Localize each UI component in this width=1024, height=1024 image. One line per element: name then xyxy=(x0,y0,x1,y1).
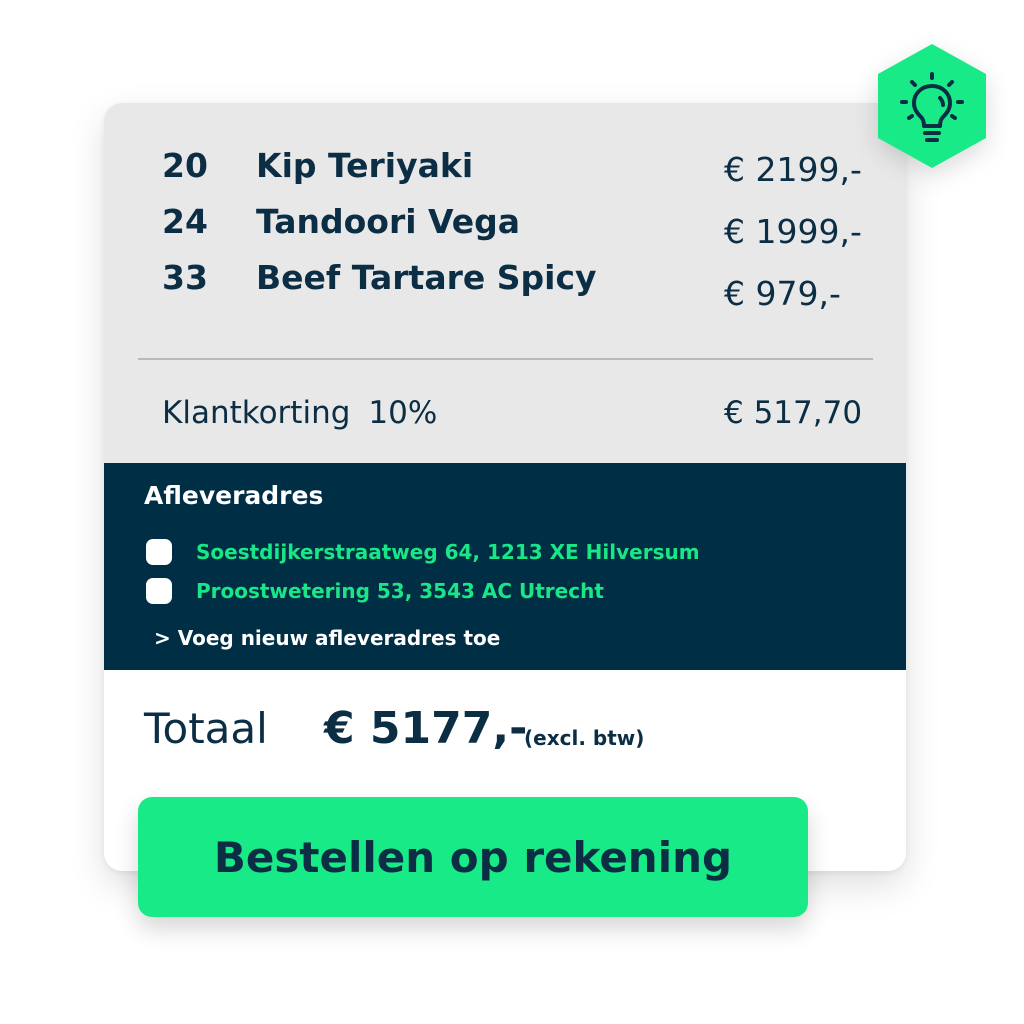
item-quantity: 24 xyxy=(162,202,208,241)
order-summary-card: 20 Kip Teriyaki € 2199,- 24 Tandoori Veg… xyxy=(104,103,906,871)
delivery-address-title: Afleveradres xyxy=(144,481,324,510)
discount-percent: 10% xyxy=(368,395,438,431)
address-text[interactable]: Proostwetering 53, 3543 AC Utrecht xyxy=(196,576,604,606)
order-item-row: 20 Kip Teriyaki € 2199,- xyxy=(104,141,906,191)
order-item-row: 33 Beef Tartare Spicy € 979,- xyxy=(104,253,906,313)
add-address-link[interactable]: > Voeg nieuw afleveradres toe xyxy=(154,626,500,650)
item-quantity: 33 xyxy=(162,258,208,297)
order-item-row: 24 Tandoori Vega € 1999,- xyxy=(104,197,906,251)
delivery-address-panel: Afleveradres Soestdijkerstraatweg 64, 12… xyxy=(104,463,906,670)
discount-label: Klantkorting 10% xyxy=(162,391,437,435)
order-on-account-button[interactable]: Bestellen op rekening xyxy=(138,797,808,917)
address-text[interactable]: Soestdijkerstraatweg 64, 1213 XE Hilvers… xyxy=(196,537,700,567)
total-label: Totaal xyxy=(144,704,268,753)
item-price: € 1999,- xyxy=(724,212,862,251)
order-items-panel: 20 Kip Teriyaki € 2199,- 24 Tandoori Veg… xyxy=(104,103,906,463)
item-price: € 2199,- xyxy=(724,150,862,189)
items-divider xyxy=(138,358,873,360)
item-price: € 979,- xyxy=(724,274,841,313)
item-quantity: 20 xyxy=(162,146,208,185)
item-name: Tandoori Vega xyxy=(256,202,521,241)
hexagon-badge-shape xyxy=(878,44,986,168)
item-name: Kip Teriyaki xyxy=(256,146,474,185)
total-amount: € 5177,- xyxy=(324,703,528,754)
discount-name: Klantkorting xyxy=(162,395,351,431)
discount-value: € 517,70 xyxy=(724,395,863,431)
total-note: (excl. btw) xyxy=(524,726,645,750)
lightbulb-badge xyxy=(876,42,988,170)
address-checkbox[interactable] xyxy=(146,578,172,604)
item-name: Beef Tartare Spicy xyxy=(256,258,597,297)
address-checkbox[interactable] xyxy=(146,539,172,565)
